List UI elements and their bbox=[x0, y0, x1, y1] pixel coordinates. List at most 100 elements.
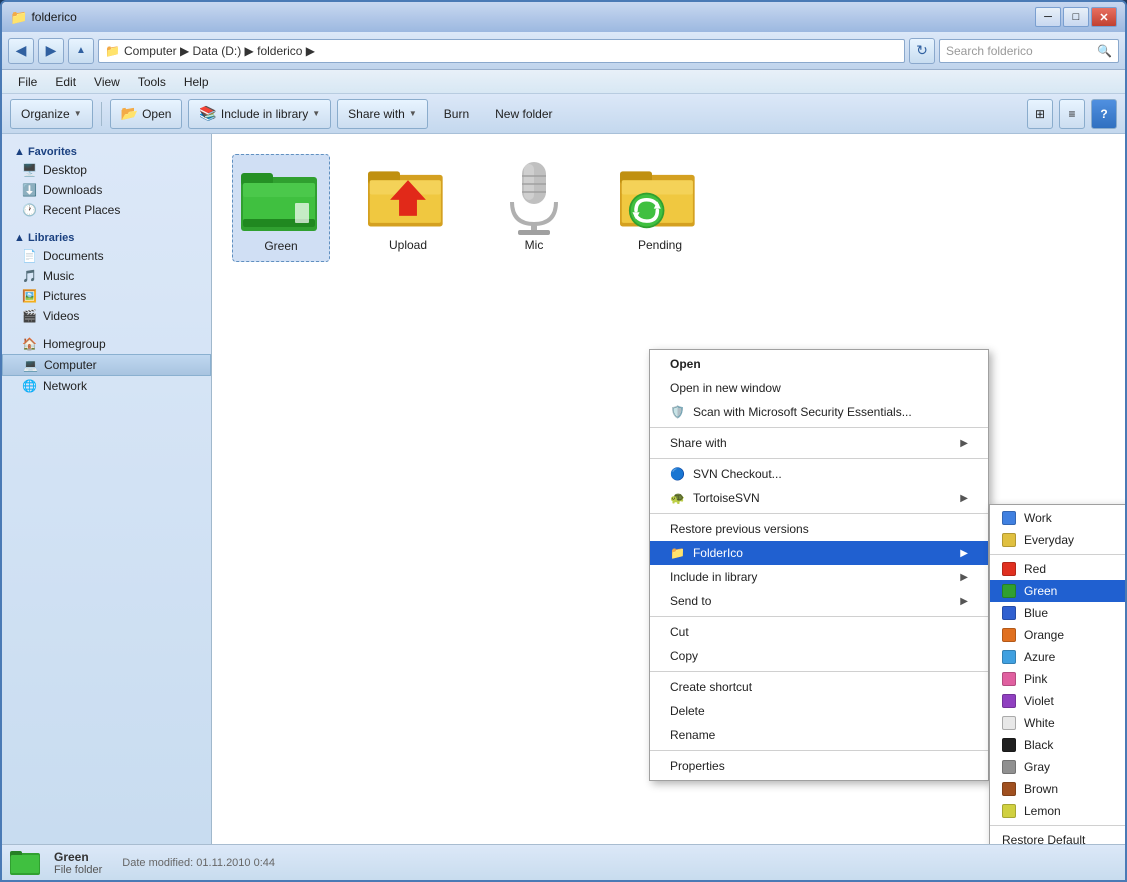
new-folder-button[interactable]: New folder bbox=[485, 99, 562, 129]
share-arrow: ▼ bbox=[409, 109, 417, 118]
csm-work[interactable]: Work ▶ bbox=[990, 507, 1125, 529]
green-folder-label: Green bbox=[264, 239, 297, 253]
csm-white[interactable]: White bbox=[990, 712, 1125, 734]
file-item-upload[interactable]: Upload bbox=[360, 154, 456, 262]
window: 📁 folderico ─ □ ✕ ◀ ▶ ▲ 📁 Computer ▶ Dat… bbox=[0, 0, 1127, 882]
csm-green[interactable]: Green bbox=[990, 580, 1125, 602]
toolbar: Organize ▼ 📂 Open 📚 Include in library ▼… bbox=[2, 94, 1125, 134]
file-item-pending[interactable]: Pending bbox=[612, 154, 708, 262]
network-icon: 🌐 bbox=[22, 379, 37, 393]
csm-everyday[interactable]: Everyday ▶ bbox=[990, 529, 1125, 551]
organize-arrow: ▼ bbox=[74, 109, 82, 118]
cm-create-shortcut[interactable]: Create shortcut bbox=[650, 675, 988, 699]
everyday-color-dot bbox=[1002, 533, 1016, 547]
csm-violet[interactable]: Violet bbox=[990, 690, 1125, 712]
cm-send-to[interactable]: Send to ▶ bbox=[650, 589, 988, 613]
cm-tortoisesvn[interactable]: 🐢 TortoiseSVN ▶ bbox=[650, 486, 988, 510]
cm-copy[interactable]: Copy bbox=[650, 644, 988, 668]
cm-scan[interactable]: 🛡️ Scan with Microsoft Security Essentia… bbox=[650, 400, 988, 424]
title-bar-controls: ─ □ ✕ bbox=[1035, 7, 1117, 27]
cm-include-library[interactable]: Include in library ▶ bbox=[650, 565, 988, 589]
window-title: folderico bbox=[31, 10, 76, 24]
csm-orange[interactable]: Orange bbox=[990, 624, 1125, 646]
refresh-button[interactable]: ↻ bbox=[909, 38, 935, 64]
cm-sep-5 bbox=[650, 671, 988, 672]
cm-share-with[interactable]: Share with ▶ bbox=[650, 431, 988, 455]
sidebar-item-downloads[interactable]: ⬇️ Downloads bbox=[2, 180, 211, 200]
maximize-button[interactable]: □ bbox=[1063, 7, 1089, 27]
menu-help[interactable]: Help bbox=[176, 73, 217, 91]
cm-restore-versions[interactable]: Restore previous versions bbox=[650, 517, 988, 541]
csm-gray[interactable]: Gray bbox=[990, 756, 1125, 778]
menu-edit[interactable]: Edit bbox=[47, 73, 84, 91]
other-section: 🏠 Homegroup 💻 Computer 🌐 Network bbox=[2, 334, 211, 396]
search-box[interactable]: Search folderico 🔍 bbox=[939, 39, 1119, 63]
csm-pink[interactable]: Pink bbox=[990, 668, 1125, 690]
open-button[interactable]: 📂 Open bbox=[110, 99, 183, 129]
address-path[interactable]: 📁 Computer ▶ Data (D:) ▶ folderico ▶ bbox=[98, 39, 905, 63]
csm-sep-1 bbox=[990, 554, 1125, 555]
csm-red[interactable]: Red bbox=[990, 558, 1125, 580]
lemon-color-dot bbox=[1002, 804, 1016, 818]
help-button[interactable]: ? bbox=[1091, 99, 1117, 129]
csm-blue[interactable]: Blue bbox=[990, 602, 1125, 624]
up-button[interactable]: ▲ bbox=[68, 38, 94, 64]
homegroup-icon: 🏠 bbox=[22, 337, 37, 351]
forward-button[interactable]: ▶ bbox=[38, 38, 64, 64]
computer-icon: 💻 bbox=[23, 358, 38, 372]
cm-sep-4 bbox=[650, 616, 988, 617]
organize-button[interactable]: Organize ▼ bbox=[10, 99, 93, 129]
libraries-label: Libraries bbox=[28, 232, 74, 244]
mic-icon bbox=[494, 162, 574, 234]
csm-azure[interactable]: Azure bbox=[990, 646, 1125, 668]
back-button[interactable]: ◀ bbox=[8, 38, 34, 64]
sidebar-item-videos[interactable]: 🎬 Videos bbox=[2, 306, 211, 326]
cm-properties[interactable]: Properties bbox=[650, 754, 988, 778]
cm-open-new-window[interactable]: Open in new window bbox=[650, 376, 988, 400]
share-with-button[interactable]: Share with ▼ bbox=[337, 99, 428, 129]
shield-icon: 🛡️ bbox=[670, 405, 685, 419]
csm-black[interactable]: Black bbox=[990, 734, 1125, 756]
minimize-button[interactable]: ─ bbox=[1035, 7, 1061, 27]
file-item-green[interactable]: Green bbox=[232, 154, 330, 262]
cm-sep-6 bbox=[650, 750, 988, 751]
menu-view[interactable]: View bbox=[86, 73, 128, 91]
cm-svn-checkout[interactable]: 🔵 SVN Checkout... bbox=[650, 462, 988, 486]
pending-folder-label: Pending bbox=[638, 238, 682, 252]
menu-tools[interactable]: Tools bbox=[130, 73, 174, 91]
cm-delete[interactable]: Delete bbox=[650, 699, 988, 723]
sidebar-item-desktop[interactable]: 🖥️ Desktop bbox=[2, 160, 211, 180]
libraries-header[interactable]: ▲ Libraries bbox=[2, 228, 211, 246]
cm-rename[interactable]: Rename bbox=[650, 723, 988, 747]
sidebar-item-music[interactable]: 🎵 Music bbox=[2, 266, 211, 286]
sidebar-item-recent-places[interactable]: 🕐 Recent Places bbox=[2, 200, 211, 220]
include-in-library-button[interactable]: 📚 Include in library ▼ bbox=[188, 99, 331, 129]
cm-cut[interactable]: Cut bbox=[650, 620, 988, 644]
close-button[interactable]: ✕ bbox=[1091, 7, 1117, 27]
sidebar-item-documents[interactable]: 📄 Documents bbox=[2, 246, 211, 266]
sidebar-item-pictures[interactable]: 🖼️ Pictures bbox=[2, 286, 211, 306]
tortoise-icon: 🐢 bbox=[670, 491, 685, 505]
status-folder-icon bbox=[10, 847, 42, 879]
csm-restore-default[interactable]: Restore Default bbox=[990, 829, 1125, 844]
red-color-dot bbox=[1002, 562, 1016, 576]
folderico-arrow: ▶ bbox=[960, 548, 968, 559]
file-item-mic[interactable]: Mic bbox=[486, 154, 582, 262]
cm-open[interactable]: Open bbox=[650, 352, 988, 376]
sidebar-item-computer[interactable]: 💻 Computer bbox=[2, 354, 211, 376]
burn-button[interactable]: Burn bbox=[434, 99, 479, 129]
status-info: Green File folder bbox=[54, 850, 102, 876]
main-content: ▲ Favorites 🖥️ Desktop ⬇️ Downloads 🕐 Re… bbox=[2, 134, 1125, 844]
status-file-type: File folder bbox=[54, 864, 102, 876]
cm-folderico[interactable]: 📁 FolderIco ▶ bbox=[650, 541, 988, 565]
sidebar-item-network[interactable]: 🌐 Network bbox=[2, 376, 211, 396]
menu-file[interactable]: File bbox=[10, 73, 45, 91]
sidebar-item-homegroup[interactable]: 🏠 Homegroup bbox=[2, 334, 211, 354]
csm-brown[interactable]: Brown bbox=[990, 778, 1125, 800]
view-toggle-button[interactable]: ⊞ bbox=[1027, 99, 1053, 129]
status-bar: Green File folder Date modified: 01.11.2… bbox=[2, 844, 1125, 880]
azure-color-dot bbox=[1002, 650, 1016, 664]
favorites-header[interactable]: ▲ Favorites bbox=[2, 142, 211, 160]
csm-lemon[interactable]: Lemon bbox=[990, 800, 1125, 822]
view-details-button[interactable]: ≡ bbox=[1059, 99, 1085, 129]
